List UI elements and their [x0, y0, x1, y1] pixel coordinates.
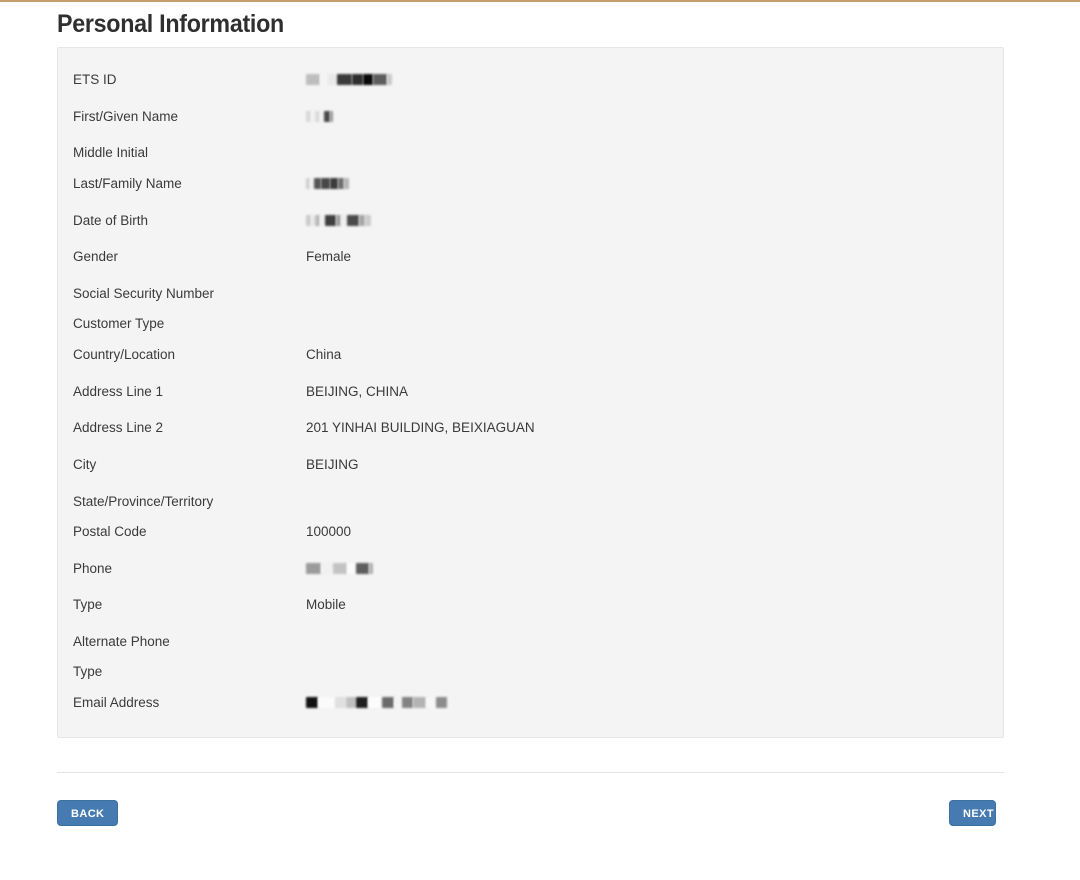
field-value: BEIJING: [306, 455, 359, 475]
form-divider: [57, 772, 1004, 773]
redacted-value: [306, 212, 371, 229]
field-row: Postal Code 100000: [58, 522, 1003, 542]
back-button[interactable]: BACK: [57, 800, 118, 826]
field-label: Middle Initial: [73, 143, 148, 163]
field-label: Email Address: [73, 693, 159, 713]
field-label: Alternate Phone: [73, 632, 170, 652]
field-value: 201 YINHAI BUILDING, BEIXIAGUAN: [306, 418, 535, 438]
field-row: City BEIJING: [58, 455, 1003, 475]
field-label: Last/Family Name: [73, 174, 182, 194]
field-row: Phone: [58, 559, 1003, 579]
field-label: First/Given Name: [73, 107, 178, 127]
next-button[interactable]: NEXT: [949, 800, 996, 826]
field-label: Type: [73, 662, 102, 682]
field-label: Date of Birth: [73, 211, 148, 231]
field-row: First/Given Name: [58, 107, 1003, 127]
field-label: Address Line 1: [73, 382, 163, 402]
field-row: Type Mobile: [58, 595, 1003, 615]
field-label: Type: [73, 595, 102, 615]
redacted-value: [306, 71, 392, 88]
field-row: Email Address: [58, 693, 1003, 713]
redacted-value: [306, 560, 373, 577]
field-label: Gender: [73, 247, 118, 267]
personal-information-page: Personal Information ETS ID First/Given N…: [0, 0, 1080, 880]
field-row: Type: [58, 662, 1003, 682]
redacted-value: [306, 694, 447, 711]
field-row: ETS ID: [58, 70, 1003, 90]
field-label: Country/Location: [73, 345, 175, 365]
field-row: Date of Birth: [58, 211, 1003, 231]
personal-information-panel: ETS ID First/Given Name Middle Initial Last…: [57, 47, 1004, 738]
field-row: Gender Female: [58, 247, 1003, 267]
field-value: China: [306, 345, 341, 365]
field-value: 100000: [306, 522, 351, 542]
redacted-value: [306, 108, 333, 125]
field-label: City: [73, 455, 96, 475]
field-value: BEIJING, CHINA: [306, 382, 408, 402]
field-row: Alternate Phone: [58, 632, 1003, 652]
field-label: ETS ID: [73, 70, 117, 90]
field-label: State/Province/Territory: [73, 492, 213, 512]
page-title: Personal Information: [57, 10, 284, 39]
field-row: Address Line 2 201 YINHAI BUILDING, BEIXI…: [58, 418, 1003, 438]
redacted-value: [306, 175, 349, 192]
field-value: Mobile: [306, 595, 346, 615]
field-row: Middle Initial: [58, 143, 1003, 163]
field-row: Country/Location China: [58, 345, 1003, 365]
field-label: Postal Code: [73, 522, 147, 542]
field-row: Address Line 1 BEIJING, CHINA: [58, 382, 1003, 402]
field-value: Female: [306, 247, 351, 267]
field-row: Last/Family Name: [58, 174, 1003, 194]
field-row: Customer Type: [58, 314, 1003, 334]
field-label: Address Line 2: [73, 418, 163, 438]
field-label: Social Security Number: [73, 284, 214, 304]
field-row: State/Province/Territory: [58, 492, 1003, 512]
field-row: Social Security Number: [58, 284, 1003, 304]
field-label: Phone: [73, 559, 112, 579]
field-label: Customer Type: [73, 314, 164, 334]
